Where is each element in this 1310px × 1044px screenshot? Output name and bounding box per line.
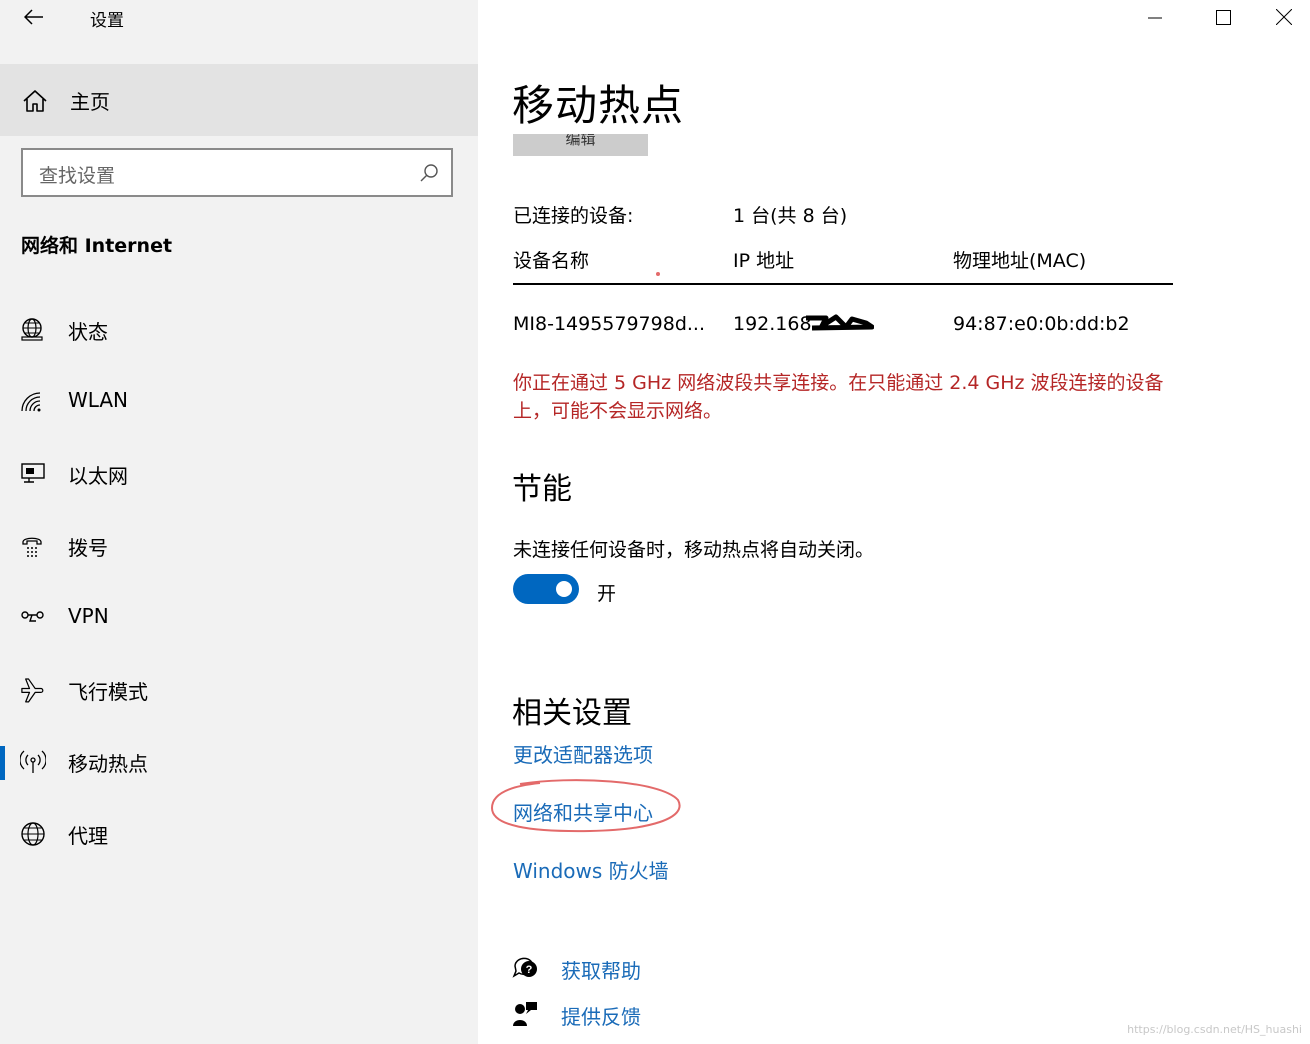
dialup-icon xyxy=(22,537,42,557)
column-header-device-name: 设备名称 xyxy=(513,250,590,272)
back-button[interactable] xyxy=(16,2,52,32)
power-saving-toggle[interactable] xyxy=(513,574,579,604)
sidebar-item-wlan[interactable]: WLAN xyxy=(0,374,478,430)
toggle-state-label: 开 xyxy=(597,583,617,605)
sidebar-item-label: 拨号 xyxy=(68,536,108,560)
close-icon xyxy=(1276,9,1292,25)
maximize-icon xyxy=(1215,9,1231,25)
proxy-globe-icon xyxy=(21,822,45,846)
vpn-icon xyxy=(21,611,44,622)
toggle-knob xyxy=(556,581,572,597)
close-button[interactable] xyxy=(1258,0,1310,34)
sidebar-item-airplane[interactable]: 飞行模式 xyxy=(0,662,478,718)
feedback-link[interactable]: 提供反馈 xyxy=(561,1001,641,1030)
ethernet-icon xyxy=(21,463,45,483)
search-icon[interactable] xyxy=(419,163,439,183)
sidebar-item-label: 状态 xyxy=(68,320,108,344)
power-saving-heading: 节能 xyxy=(512,472,572,507)
search-input[interactable]: 查找设置 xyxy=(21,148,453,197)
sidebar-item-label: VPN xyxy=(68,604,109,628)
annotation-dot xyxy=(656,272,660,276)
minimize-button[interactable] xyxy=(1122,0,1188,34)
sidebar-item-label: 以太网 xyxy=(68,464,128,488)
sidebar-item-vpn[interactable]: VPN xyxy=(0,590,478,646)
column-header-ip: IP 地址 xyxy=(733,250,795,272)
mac-address-cell: 94:87:e0:0b:dd:b2 xyxy=(953,313,1130,335)
device-name-cell: MI8-1495579798d... xyxy=(513,313,706,335)
edit-button[interactable]: 编辑 xyxy=(513,134,648,156)
home-label: 主页 xyxy=(70,89,110,114)
feedback-icon xyxy=(513,1002,537,1026)
sidebar-item-label: 移动热点 xyxy=(68,752,148,776)
search-placeholder: 查找设置 xyxy=(39,165,116,187)
band-warning-text: 你正在通过 5 GHz 网络波段共享连接。在只能通过 2.4 GHz 波段连接的… xyxy=(513,372,1164,422)
wifi-icon xyxy=(21,392,41,412)
maximize-button[interactable] xyxy=(1190,0,1256,34)
hotspot-icon xyxy=(20,750,46,773)
get-help-link[interactable]: 获取帮助 xyxy=(561,955,641,984)
svg-text:?: ? xyxy=(526,964,533,976)
back-arrow-icon xyxy=(24,9,43,25)
windows-firewall-link[interactable]: Windows 防火墙 xyxy=(513,855,669,884)
minimize-icon xyxy=(1148,17,1162,19)
airplane-icon xyxy=(21,678,44,703)
sidebar-item-hotspot[interactable]: 移动热点 xyxy=(0,734,478,790)
page-title: 移动热点 xyxy=(512,81,685,130)
sidebar-section-title: 网络和 Internet xyxy=(21,235,173,257)
related-settings-heading: 相关设置 xyxy=(512,696,632,731)
status-globe-icon xyxy=(21,318,43,341)
connected-devices-value: 1 台(共 8 台) xyxy=(733,205,848,227)
watermark: https://blog.csdn.net/HS_huashi xyxy=(1127,1023,1302,1036)
sidebar-item-status[interactable]: 状态 xyxy=(0,302,478,358)
power-saving-description: 未连接任何设备时，移动热点将自动关闭。 xyxy=(513,539,875,561)
connected-devices-label: 已连接的设备: xyxy=(513,205,634,227)
sidebar-item-dialup[interactable]: 拨号 xyxy=(0,518,478,574)
network-sharing-center-link[interactable]: 网络和共享中心 xyxy=(513,797,653,826)
home-icon xyxy=(23,90,47,112)
table-header-divider xyxy=(513,283,1173,285)
sidebar-item-proxy[interactable]: 代理 xyxy=(0,806,478,862)
redaction-scribble xyxy=(806,314,874,331)
sidebar-item-label: 代理 xyxy=(68,824,108,848)
sidebar: 设置 主页 查找设置 网络和 Internet 状态 WLAN 以太网 拨号 V… xyxy=(0,0,478,1044)
sidebar-item-ethernet[interactable]: 以太网 xyxy=(0,446,478,502)
adapter-options-link[interactable]: 更改适配器选项 xyxy=(513,739,653,768)
sidebar-home[interactable]: 主页 xyxy=(0,64,478,136)
active-indicator xyxy=(0,746,5,780)
get-help-icon: ? xyxy=(512,957,537,978)
edit-button-label: 编辑 xyxy=(565,134,596,148)
app-title: 设置 xyxy=(90,11,124,31)
sidebar-item-label: WLAN xyxy=(68,388,129,412)
column-header-mac: 物理地址(MAC) xyxy=(953,250,1087,272)
sidebar-item-label: 飞行模式 xyxy=(68,680,148,704)
